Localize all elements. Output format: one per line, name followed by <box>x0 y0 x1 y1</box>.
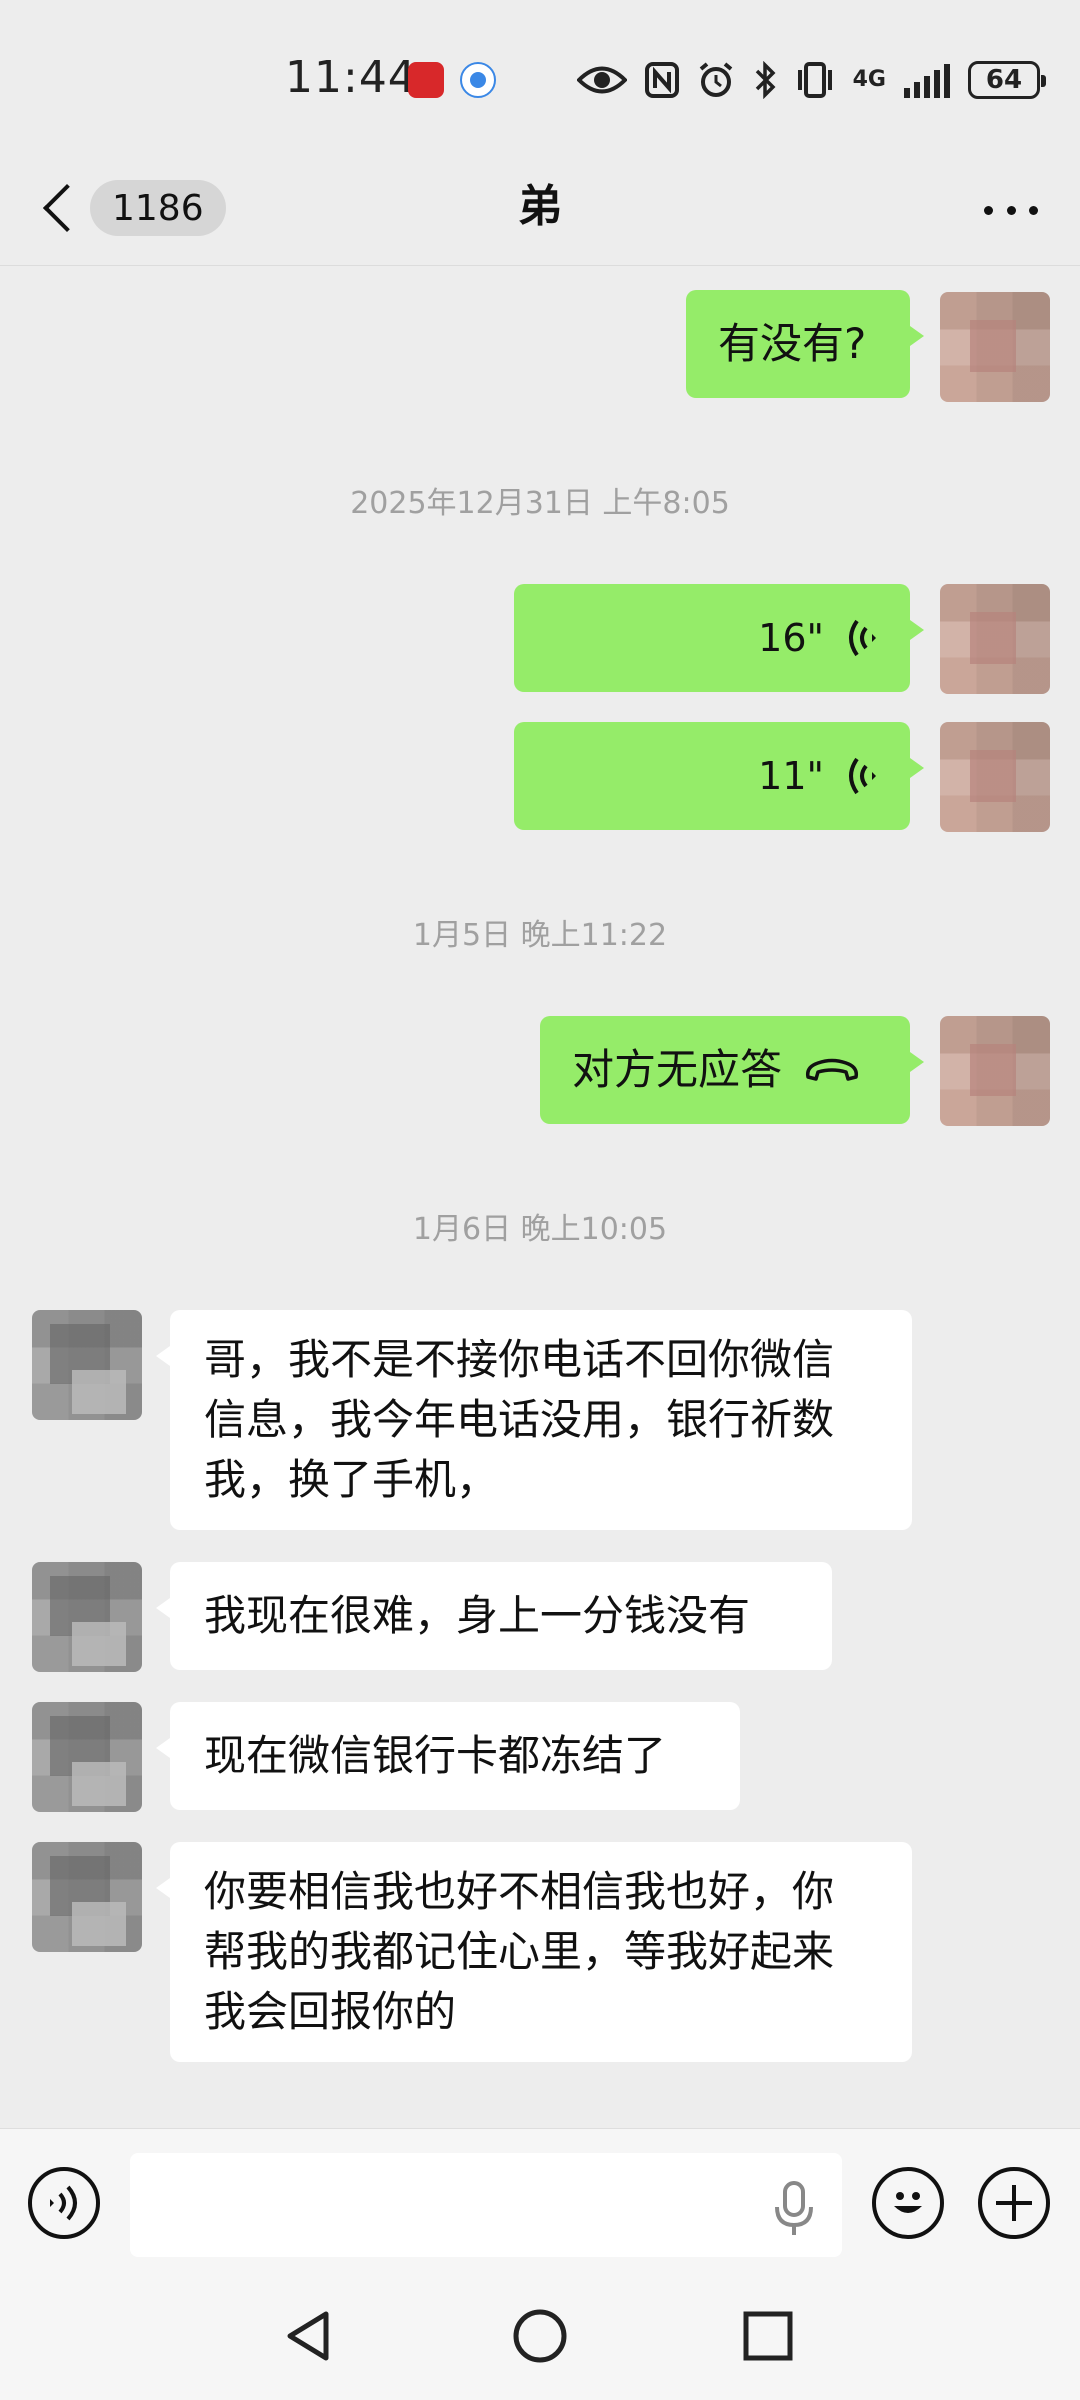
battery-level: 64 <box>985 65 1023 95</box>
message-bubble-received[interactable]: 你要相信我也好不相信我也好，你 帮我的我都记住心里，等我好起来 我会回报你的 <box>156 1842 912 2062</box>
more-dot-icon <box>984 205 993 215</box>
nfc-icon <box>644 62 679 98</box>
call-status-text: 对方无应答 <box>572 1045 783 1094</box>
voice-message-bubble[interactable]: 16" <box>514 584 924 692</box>
message-bubble-received[interactable]: 哥，我不是不接你电话不回你微信 信息，我今年电话没用，银行祈数 我，换了手机， <box>156 1310 912 1530</box>
voice-duration: 16" <box>758 616 824 660</box>
status-time: 11:44 <box>285 52 417 103</box>
status-icons: 4G 64 <box>576 54 1046 106</box>
recents-nav-icon[interactable] <box>738 2306 798 2366</box>
more-options-button[interactable] <box>976 180 1046 240</box>
message-bubble-received[interactable]: 现在微信银行卡都冻结了 <box>156 1702 740 1810</box>
message-input-bar <box>0 2128 1080 2274</box>
add-button[interactable] <box>978 2167 1050 2239</box>
emoji-icon <box>894 2192 922 2213</box>
message-timestamp: 1月6日 晚上10:05 <box>412 1212 668 1247</box>
chat-header: 1186 弟 <box>0 150 1080 266</box>
chat-title: 弟 <box>518 181 562 232</box>
system-nav-bar <box>0 2274 1080 2400</box>
voice-wave-icon <box>849 619 876 657</box>
message-input[interactable] <box>130 2153 842 2257</box>
call-record-bubble[interactable]: 对方无应答 <box>540 1016 924 1124</box>
alarm-icon <box>699 62 732 97</box>
message-text-line: 我，换了手机， <box>204 1455 499 1504</box>
header-divider <box>0 265 1080 266</box>
message-bubble-received[interactable]: 我现在很难，身上一分钱没有 <box>156 1562 832 1670</box>
vibrate-icon <box>797 62 832 98</box>
browser-notification-icon <box>460 62 496 98</box>
microphone-icon[interactable] <box>772 2181 816 2237</box>
my-avatar[interactable] <box>940 584 1050 694</box>
message-timestamp: 1月5日 晚上11:22 <box>412 918 668 953</box>
message-text: 我现在很难，身上一分钱没有 <box>204 1591 751 1640</box>
network-type: 4G <box>852 67 886 92</box>
more-dot-icon <box>1029 205 1038 215</box>
battery-icon: 64 <box>968 61 1046 99</box>
contact-avatar[interactable] <box>32 1842 142 1952</box>
message-bubble-sent[interactable]: 有没有? <box>686 290 924 398</box>
status-bar: 11:44 4G 64 <box>0 0 1080 150</box>
back-nav-icon[interactable] <box>280 2306 340 2366</box>
voice-mode-button[interactable] <box>28 2167 100 2239</box>
voice-mode-icon <box>50 2185 77 2221</box>
app-notification-icon <box>408 62 444 98</box>
add-icon <box>996 2185 1032 2221</box>
home-nav-icon[interactable] <box>510 2306 570 2366</box>
phone-hangup-icon <box>805 1058 859 1081</box>
message-text-line: 哥，我不是不接你电话不回你微信 <box>204 1335 835 1384</box>
my-avatar[interactable] <box>940 722 1050 832</box>
contact-avatar[interactable] <box>32 1310 142 1420</box>
message-text-line: 帮我的我都记住心里，等我好起来 <box>204 1927 835 1976</box>
emoji-button[interactable] <box>872 2167 944 2239</box>
contact-avatar[interactable] <box>32 1702 142 1812</box>
message-text-line: 我会回报你的 <box>204 1987 457 2036</box>
message-text: 有没有? <box>718 319 867 368</box>
my-avatar[interactable] <box>940 292 1050 402</box>
message-text: 现在微信银行卡都冻结了 <box>204 1731 667 1780</box>
contact-avatar[interactable] <box>32 1562 142 1672</box>
voice-message-bubble[interactable]: 11" <box>514 722 924 830</box>
bluetooth-icon <box>755 61 776 99</box>
voice-duration: 11" <box>758 754 824 798</box>
message-text-line: 信息，我今年电话没用，银行祈数 <box>204 1395 835 1444</box>
eye-icon <box>576 66 627 94</box>
signal-icon <box>904 62 950 98</box>
voice-wave-icon <box>849 757 876 795</box>
my-avatar[interactable] <box>940 1016 1050 1126</box>
message-text-line: 你要相信我也好不相信我也好，你 <box>204 1867 835 1916</box>
message-timestamp: 2025年12月31日 上午8:05 <box>350 486 730 521</box>
more-dot-icon <box>1006 205 1016 215</box>
